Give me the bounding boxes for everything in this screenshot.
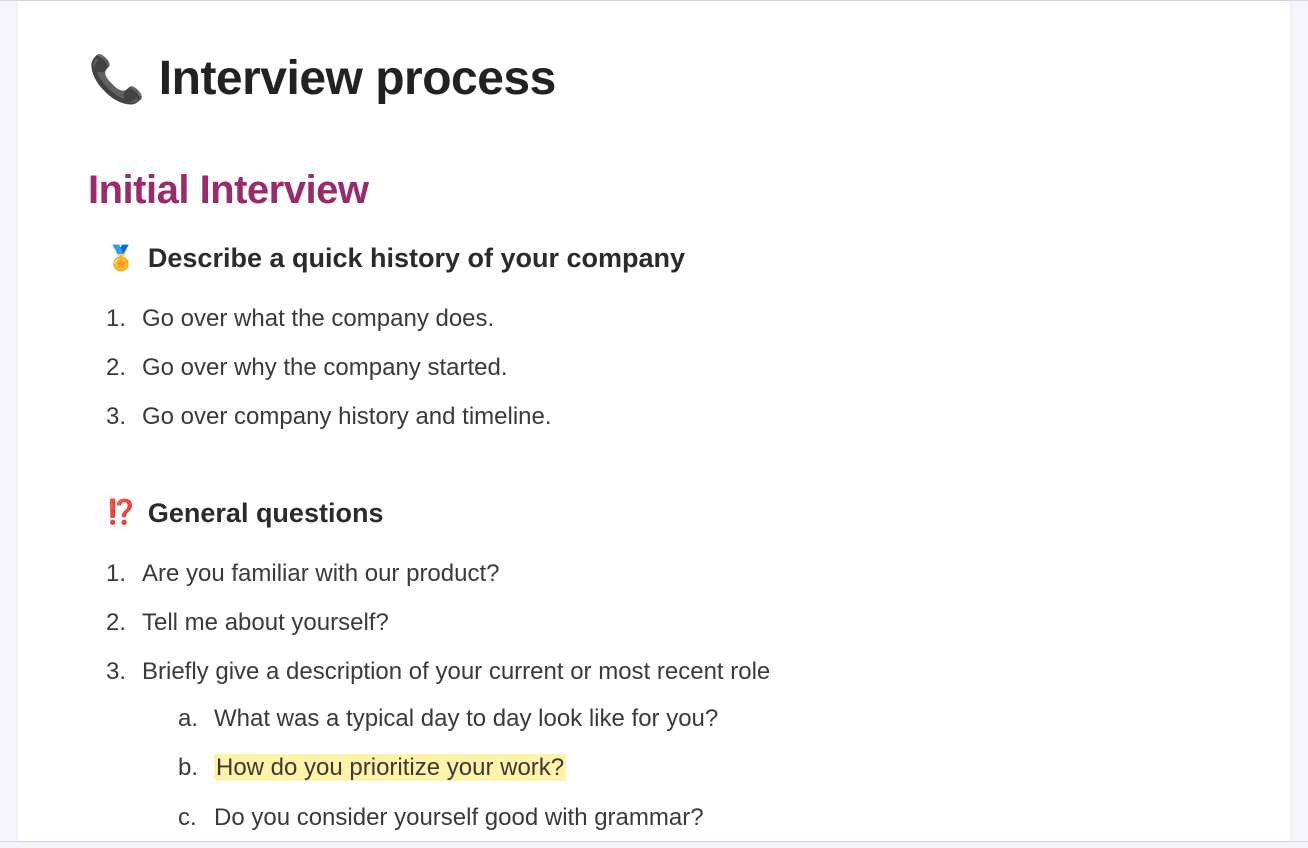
list-item-text: Tell me about yourself?: [142, 604, 1220, 641]
list-item-inner-text: Briefly give a description of your curre…: [142, 658, 770, 685]
interrobang-icon: ⁉️: [106, 501, 136, 525]
list-item: Do you consider yourself good with gramm…: [178, 793, 1220, 842]
document-title: 📞 Interview process: [88, 51, 1220, 106]
list-item-text: Go over what the company does.: [142, 300, 1220, 337]
document-title-text: Interview process: [159, 51, 556, 106]
company-history-list: Go over what the company does. Go over w…: [106, 294, 1220, 442]
subsection-general-questions: ⁉️ General questions: [106, 498, 1220, 529]
list-item-text: How do you prioritize your work?: [214, 749, 1220, 786]
list-item: What was a typical day to day look like …: [178, 694, 1220, 743]
list-item: Are you familiar with our product?: [106, 549, 1220, 598]
document-page: 📞 Interview process Initial Interview 🏅 …: [18, 1, 1290, 841]
sub-questions-list: What was a typical day to day look like …: [142, 694, 1220, 842]
list-item: Tell me about yourself?: [106, 598, 1220, 647]
list-item: How do you prioritize your work?: [178, 743, 1220, 792]
list-item-text: Go over why the company started.: [142, 349, 1220, 386]
subsection-company-history-text: Describe a quick history of your company: [148, 243, 685, 274]
section-heading-initial-interview: Initial Interview: [88, 168, 1220, 213]
general-questions-list: Are you familiar with our product? Tell …: [106, 549, 1220, 848]
highlighted-text: How do you prioritize your work?: [214, 754, 566, 781]
list-item: Go over what the company does.: [106, 294, 1220, 343]
phone-icon: 📞: [88, 56, 145, 102]
list-item-text: Go over company history and timeline.: [142, 398, 1220, 435]
list-item: Go over company history and timeline.: [106, 392, 1220, 441]
list-item-text: Do you consider yourself good with gramm…: [214, 799, 1220, 836]
list-item-text: Briefly give a description of your curre…: [142, 653, 1220, 842]
list-item: Briefly give a description of your curre…: [106, 647, 1220, 848]
subsection-general-questions-text: General questions: [148, 498, 384, 529]
list-item-text: Are you familiar with our product?: [142, 555, 1220, 592]
list-item: Go over why the company started.: [106, 343, 1220, 392]
list-item-text: What was a typical day to day look like …: [214, 700, 1220, 737]
medal-icon: 🏅: [106, 247, 136, 271]
subsection-company-history: 🏅 Describe a quick history of your compa…: [106, 243, 1220, 274]
